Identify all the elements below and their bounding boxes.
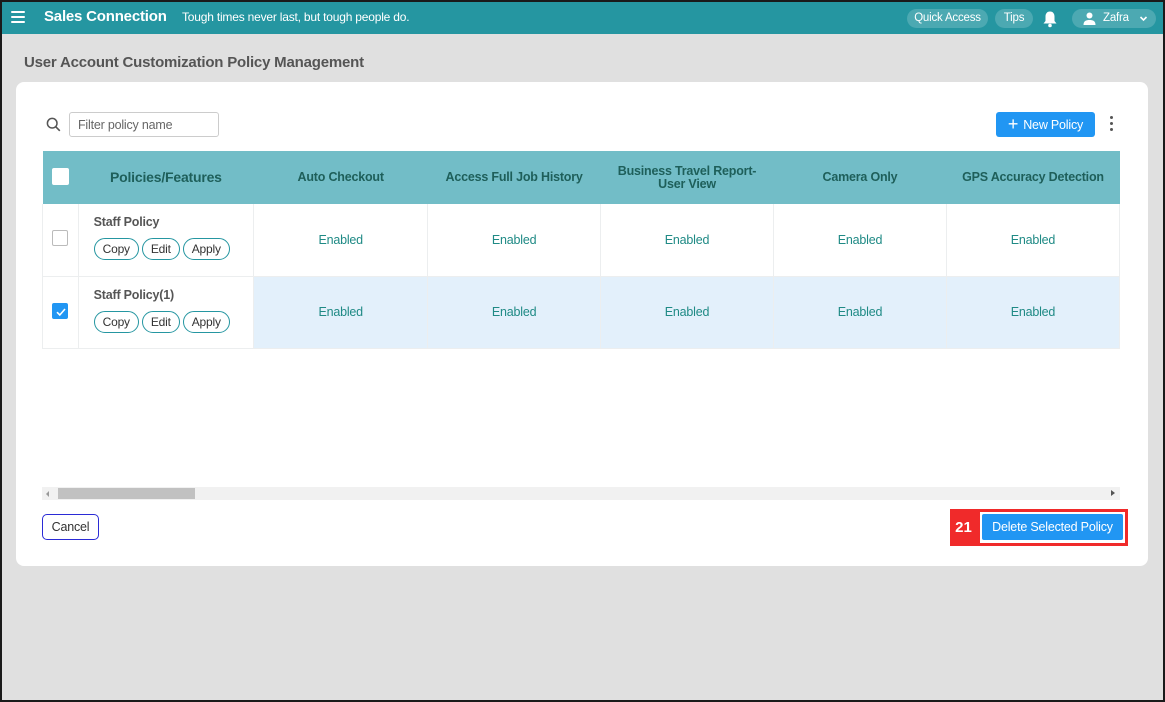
feature-value: Enabled xyxy=(773,204,947,277)
scrollbar-thumb[interactable] xyxy=(58,488,195,499)
more-options-icon[interactable] xyxy=(1107,116,1115,134)
menu-icon[interactable] xyxy=(11,11,25,23)
feature-value: Enabled xyxy=(253,204,429,277)
policy-table: Policies/Features Auto Checkout Access F… xyxy=(42,151,1120,349)
feature-value: Enabled xyxy=(427,276,602,349)
scroll-left-arrow-icon[interactable] xyxy=(46,491,49,497)
table-row: Staff Policy(1) Copy Edit Apply Enabled … xyxy=(42,276,1120,349)
horizontal-scrollbar[interactable] xyxy=(42,487,1120,500)
feature-value: Enabled xyxy=(427,204,602,277)
feature-value: Enabled xyxy=(773,276,947,349)
row-checkbox[interactable] xyxy=(52,230,69,247)
top-bar: Sales Connection Tough times never last,… xyxy=(0,0,1165,34)
feature-value: Enabled xyxy=(946,276,1120,349)
copy-button[interactable]: Copy xyxy=(93,310,139,333)
policy-name: Staff Policy xyxy=(93,215,160,229)
select-all-checkbox[interactable] xyxy=(51,167,69,185)
cancel-button[interactable]: Cancel xyxy=(42,514,99,540)
new-policy-label: New Policy xyxy=(1023,117,1084,132)
app-brand[interactable]: Sales Connection xyxy=(44,8,167,25)
filter-policy-input[interactable] xyxy=(69,112,219,137)
column-header: GPS Accuracy Detection xyxy=(946,151,1120,204)
chevron-down-icon xyxy=(1139,16,1148,22)
feature-value: Enabled xyxy=(600,204,775,277)
feature-value: Enabled xyxy=(946,204,1120,277)
select-all-cell xyxy=(42,151,79,204)
user-name: Zafra xyxy=(1103,12,1129,24)
row-checkbox[interactable] xyxy=(52,302,69,319)
apply-button[interactable]: Apply xyxy=(182,238,230,260)
table-row: Staff Policy Copy Edit Apply Enabled Ena… xyxy=(42,204,1120,277)
copy-button[interactable]: Copy xyxy=(93,238,139,260)
column-header-features: Policies/Features xyxy=(78,151,254,204)
delete-selected-policy-button[interactable]: Delete Selected Policy xyxy=(982,514,1123,540)
column-header: Access Full Job History xyxy=(427,151,601,204)
feature-value: Enabled xyxy=(253,276,429,349)
user-icon xyxy=(1083,12,1096,25)
column-header: Auto Checkout xyxy=(253,151,428,204)
page-title: User Account Customization Policy Manage… xyxy=(24,54,364,71)
tips-button[interactable]: Tips xyxy=(995,9,1033,28)
column-header: Business Travel Report-User View xyxy=(600,151,774,204)
quick-access-button[interactable]: Quick Access xyxy=(907,9,988,28)
feature-value: Enabled xyxy=(600,276,775,349)
edit-button[interactable]: Edit xyxy=(141,238,180,260)
search-icon xyxy=(46,117,61,132)
table-header-row: Policies/Features Auto Checkout Access F… xyxy=(42,151,1120,204)
bell-icon[interactable] xyxy=(1042,10,1058,28)
column-header: Camera Only xyxy=(773,151,947,204)
policy-name: Staff Policy(1) xyxy=(93,287,175,302)
user-menu[interactable]: Zafra xyxy=(1072,9,1156,28)
plus-icon: + xyxy=(1007,113,1019,134)
apply-button[interactable]: Apply xyxy=(182,310,230,333)
app-tagline: Tough times never last, but tough people… xyxy=(182,10,410,24)
check-icon xyxy=(56,307,66,316)
new-policy-button[interactable]: + New Policy xyxy=(996,112,1095,137)
scroll-right-arrow-icon[interactable] xyxy=(1111,490,1115,496)
edit-button[interactable]: Edit xyxy=(141,310,180,333)
